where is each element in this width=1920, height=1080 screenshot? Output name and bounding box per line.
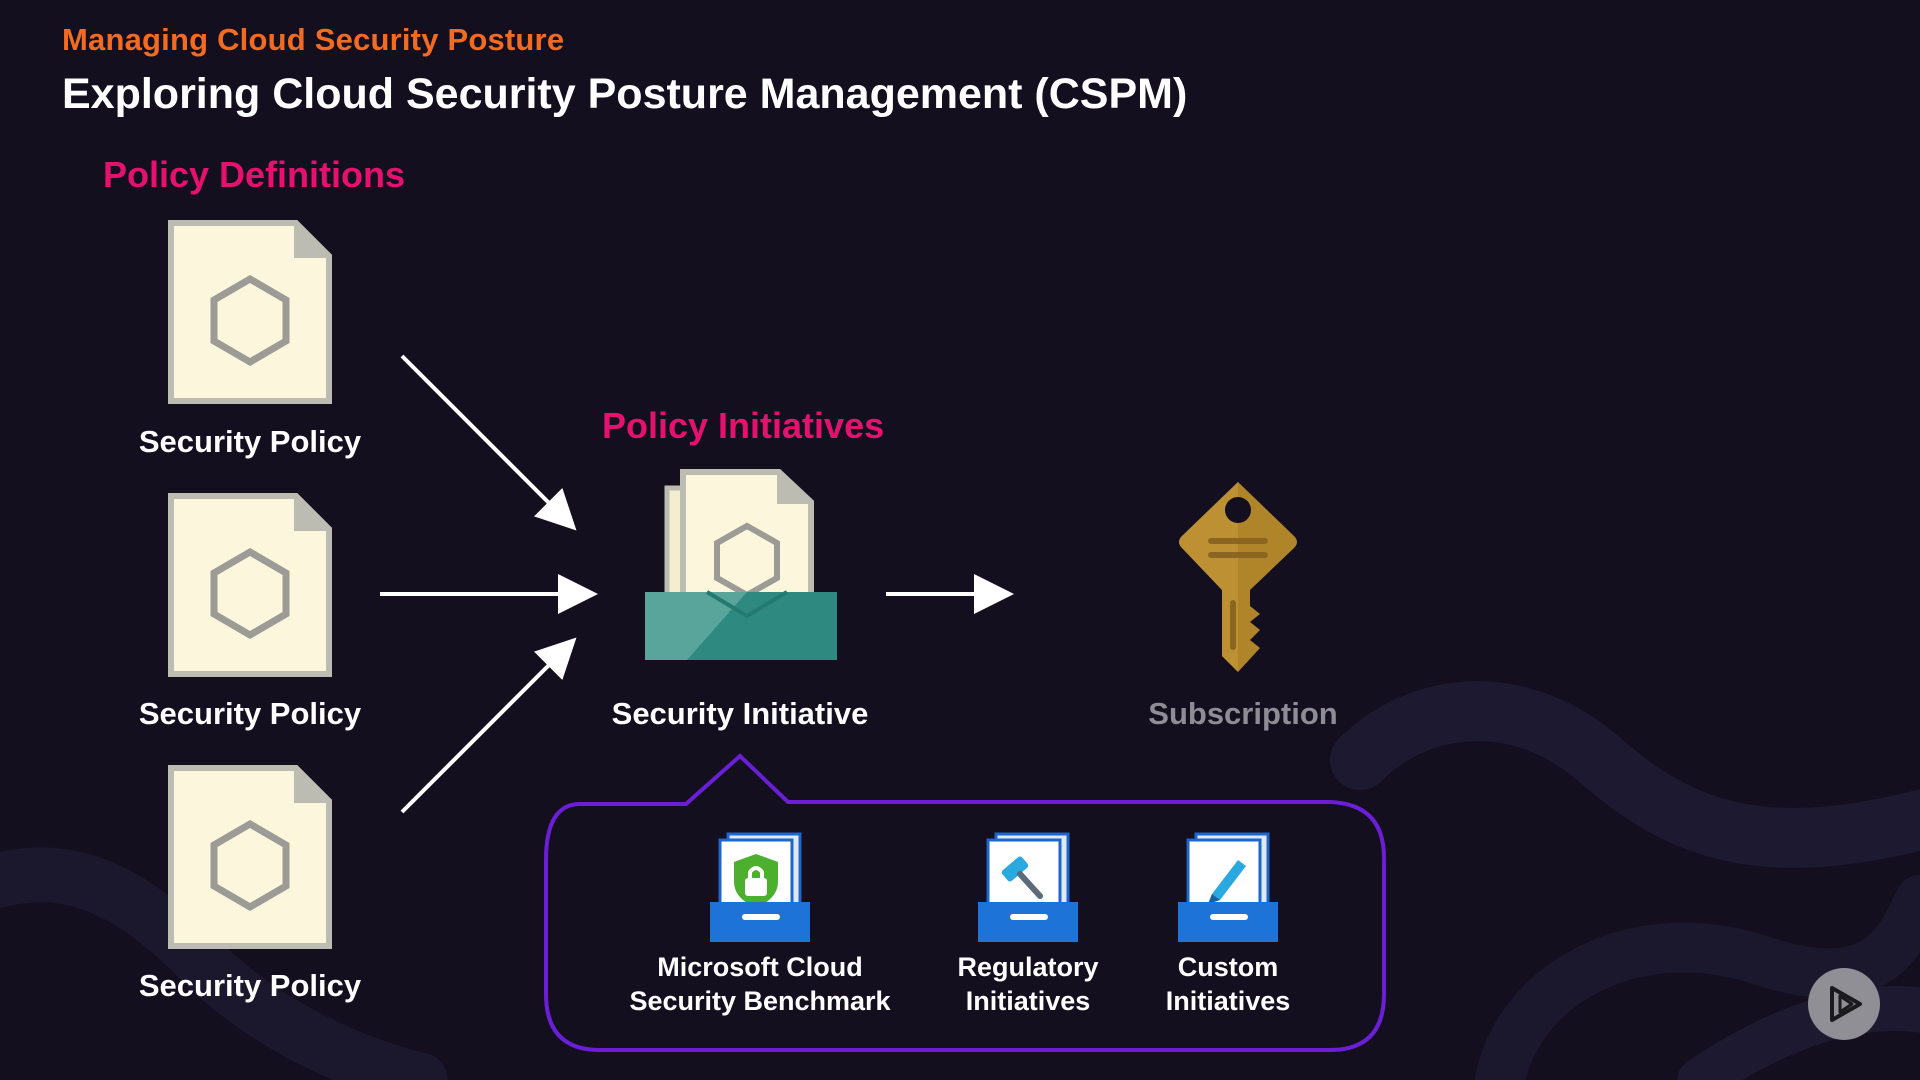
policy-definitions-heading: Policy Definitions: [103, 154, 406, 195]
key-icon: [1179, 482, 1297, 672]
shield-lock-icon: [710, 832, 810, 942]
policy-document-icon: [168, 220, 332, 404]
regulatory-initiatives-label: Regulatory Initiatives: [957, 952, 1099, 1016]
play-icon: [1830, 986, 1862, 1022]
policy-initiatives-heading: Policy Initiatives: [602, 405, 885, 446]
custom-initiatives-label: Custom Initiatives: [1165, 952, 1291, 1016]
gavel-icon: [978, 832, 1078, 942]
player-logo-button[interactable]: [1808, 968, 1880, 1040]
slide: Managing Cloud Security Posture Explorin…: [0, 0, 1920, 1080]
microsoft-cloud-security-benchmark-label: Microsoft Cloud Security Benchmark: [629, 952, 891, 1016]
initiative-inbox-icon: [645, 469, 837, 660]
course-eyebrow: Managing Cloud Security Posture: [62, 22, 565, 57]
security-policy-label: Security Policy: [138, 968, 362, 1003]
pencil-icon: [1178, 832, 1278, 942]
security-initiative-label: Security Initiative: [611, 696, 869, 731]
security-policy-label: Security Policy: [138, 424, 362, 459]
security-policy-label: Security Policy: [138, 696, 362, 731]
policy-document-icon: [168, 493, 332, 677]
subscription-label: Subscription: [1148, 696, 1338, 731]
page-title: Exploring Cloud Security Posture Managem…: [62, 70, 1188, 118]
policy-document-icon: [168, 765, 332, 949]
